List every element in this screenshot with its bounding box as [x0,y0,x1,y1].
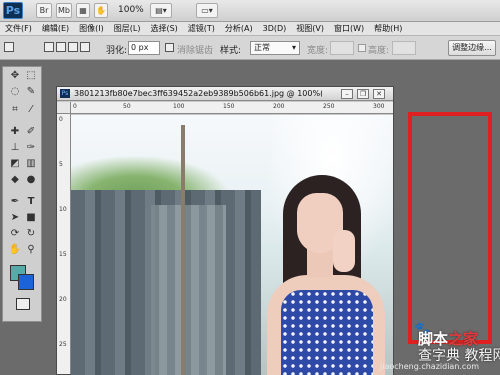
menu-bar: 文件(F) 编辑(E) 图像(I) 图层(L) 选择(S) 滤镜(T) 分析(A… [0,22,500,36]
antialias-checkbox[interactable] [165,43,174,52]
zoom-level[interactable]: 100% [118,5,144,15]
healing-tool-icon[interactable]: ✚ [7,125,23,139]
gradient-tool-icon[interactable]: ▥ [23,157,39,171]
marquee-tool-icon[interactable]: ⬚ [23,69,39,83]
ruler-tick-label: 5 [59,161,63,168]
blur-tool-icon[interactable]: ◆ [7,173,23,187]
move-tool-icon[interactable]: ✥ [7,69,23,83]
3d-orbit-tool-icon[interactable]: ↻ [23,227,39,241]
ruler-tick-label: 250 [323,103,335,110]
highlight-box [408,112,492,344]
screen-mode-icon[interactable]: ▭▾ [196,3,218,18]
ruler-tick-label: 10 [59,206,67,213]
style-select-value: 正常 [254,43,270,52]
ruler-tick-label: 100 [173,103,185,110]
pen-tool-icon[interactable]: ✒ [7,195,23,209]
document-title: 3801213fb80e7bec3ff639452a2eb9389b506b61… [74,89,322,98]
photo-dress [281,290,373,375]
ps-document-icon: Ps [60,89,70,98]
style-select[interactable]: 正常 ▾ [250,41,300,55]
menu-analysis[interactable]: 分析(A) [220,22,258,35]
width-input[interactable] [330,41,354,55]
clone-stamp-tool-icon[interactable]: ⊥ [7,141,23,155]
path-select-tool-icon[interactable]: ➤ [7,211,23,225]
eyedropper-tool-icon[interactable]: ⁄ [23,103,39,117]
subtract-selection-icon[interactable] [68,42,78,52]
menu-window[interactable]: 窗口(W) [329,22,369,35]
tool-preset-icon[interactable] [4,42,14,52]
watermark-url: jiaocheng.chazidian.com [380,362,480,371]
menu-filter[interactable]: 滤镜(T) [183,22,220,35]
ruler-tick-label: 300 [373,103,385,110]
hand-icon[interactable]: ✋ [94,3,108,18]
width-label: 宽度: [307,46,329,56]
app-bar: Ps Br Mb ▦ ✋ 100% ▤▾ ▭▾ [0,0,500,22]
quick-mask-button[interactable] [16,298,30,310]
arrange-documents-icon[interactable]: ▤▾ [150,3,172,18]
ruler-tick-label: 25 [59,341,67,348]
menu-select[interactable]: 选择(S) [145,22,182,35]
mini-bridge-button[interactable]: Mb [56,3,72,18]
add-selection-icon[interactable] [56,42,66,52]
quick-select-tool-icon[interactable]: ✎ [23,85,39,99]
history-brush-tool-icon[interactable]: ✑ [23,141,39,155]
menu-edit[interactable]: 编辑(E) [37,22,74,35]
ruler-tick-label: 0 [73,103,77,110]
swap-icon[interactable] [358,44,366,52]
brush-tool-icon[interactable]: ✐ [23,125,39,139]
height-input[interactable] [392,41,416,55]
menu-view[interactable]: 视图(V) [291,22,329,35]
menu-help[interactable]: 帮助(H) [369,22,407,35]
height-label: 高度: [368,46,390,56]
antialias-label: 消除锯齿 [177,46,214,56]
restore-icon[interactable]: ❐ [357,89,369,99]
menu-file[interactable]: 文件(F) [0,22,37,35]
shape-tool-icon[interactable]: ■ [23,211,39,225]
hand-tool-icon[interactable]: ✋ [7,243,23,257]
photo-hand [333,230,355,272]
horizontal-ruler[interactable]: 0 50 100 150 200 250 300 [71,102,393,114]
bridge-button[interactable]: Br [36,3,52,18]
document-window: Ps 3801213fb80e7bec3ff639452a2eb9389b506… [56,86,394,375]
close-icon[interactable]: ✕ [373,89,385,99]
chevron-down-icon: ▾ [291,43,296,52]
photo-wooden-wall-back [151,205,226,375]
ruler-tick-label: 200 [273,103,285,110]
new-selection-icon[interactable] [44,42,54,52]
toolbox: ✥ ⬚ ◌ ✎ ⌗ ⁄ ✚ ✐ ⊥ ✑ ◩ ▥ ◆ ● ✒ T ➤ ■ ⟳ ↻ … [2,66,42,322]
dodge-tool-icon[interactable]: ● [23,173,39,187]
photo-pole [181,125,185,375]
ruler-tick-label: 0 [59,116,63,123]
3d-rotate-tool-icon[interactable]: ⟳ [7,227,23,241]
background-color-swatch[interactable] [18,274,34,290]
lasso-tool-icon[interactable]: ◌ [7,85,23,99]
ruler-tick-label: 20 [59,296,67,303]
eraser-tool-icon[interactable]: ◩ [7,157,23,171]
photoshop-logo: Ps [3,2,23,19]
ruler-tick-label: 15 [59,251,67,258]
ruler-origin[interactable] [57,102,71,114]
crop-tool-icon[interactable]: ⌗ [7,103,23,117]
grid-icon[interactable]: ▦ [76,3,90,18]
ruler-tick-label: 50 [123,103,131,110]
menu-3d[interactable]: 3D(D) [258,22,292,35]
minimize-icon[interactable]: – [341,89,353,99]
refine-edge-button[interactable]: 调整边缘... [448,40,496,56]
vertical-ruler[interactable]: 0 5 10 15 20 25 [57,114,71,374]
document-tab[interactable]: Ps 3801213fb80e7bec3ff639452a2eb9389b506… [57,87,393,101]
zoom-tool-icon[interactable]: ⚲ [23,243,39,257]
style-label: 样式: [220,46,242,56]
feather-label: 羽化: [106,46,128,56]
type-tool-icon[interactable]: T [23,195,39,209]
feather-input[interactable]: 0 px [128,41,160,55]
ruler-tick-label: 150 [223,103,235,110]
canvas-photo[interactable] [71,115,393,375]
menu-layer[interactable]: 图层(L) [109,22,146,35]
intersect-selection-icon[interactable] [80,42,90,52]
menu-image[interactable]: 图像(I) [74,22,109,35]
options-bar: 羽化: 0 px 消除锯齿 样式: 正常 ▾ 宽度: 高度: 调整边缘... [0,36,500,60]
